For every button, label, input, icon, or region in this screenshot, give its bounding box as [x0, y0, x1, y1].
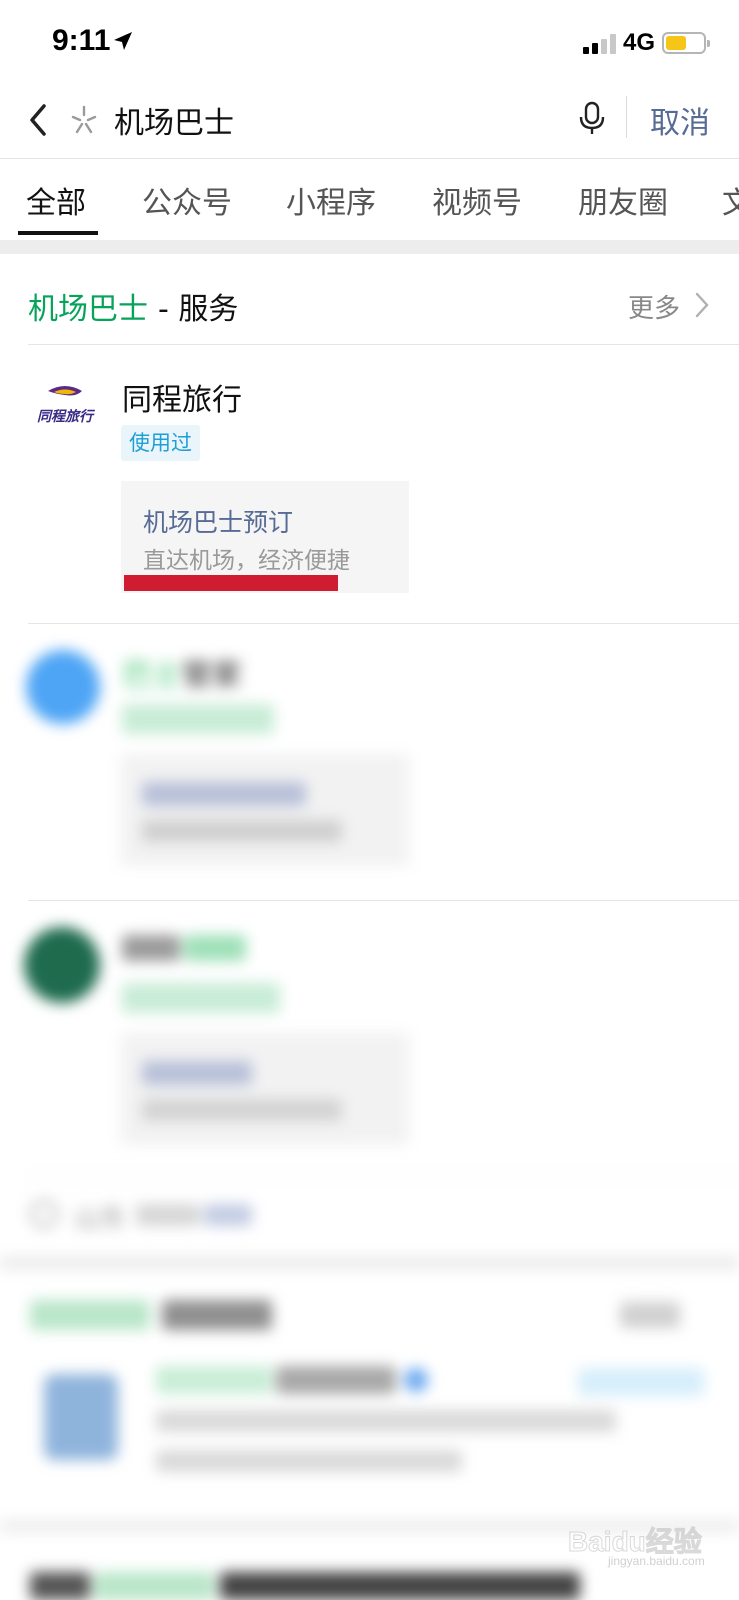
section-keyword — [94, 1572, 214, 1600]
service-card[interactable]: 机场巴士预订 直达机场，经济便捷 — [121, 481, 409, 593]
baidu-watermark: Baidu经验 jingyan.baidu.com — [568, 1512, 738, 1572]
location-row[interactable]: 山东 — [0, 1178, 739, 1254]
battery-icon — [662, 32, 710, 54]
more-link[interactable]: 更多 — [628, 288, 680, 325]
tab-official-accounts[interactable]: 公众号 — [142, 178, 232, 222]
badge — [122, 704, 274, 734]
provider-logo: 同程旅行 — [37, 386, 96, 425]
section-title — [30, 1572, 90, 1600]
chevron-left-icon[interactable] — [24, 100, 54, 140]
svg-text:同程旅行: 同程旅行 — [37, 408, 96, 425]
highlight-underline — [124, 575, 338, 591]
card-title — [142, 1061, 252, 1085]
used-badge: 使用过 — [121, 425, 200, 461]
provider-name — [122, 935, 180, 961]
follow-button — [578, 1368, 704, 1396]
card-title — [142, 782, 306, 806]
section-keyword: 机场巴士 — [28, 292, 148, 327]
service-section-header[interactable]: 机场巴士 - 服务 更多 — [0, 254, 739, 344]
chevron-right-icon[interactable] — [694, 290, 710, 320]
card-subtitle — [142, 1099, 342, 1121]
verified-icon — [404, 1368, 428, 1392]
tab-moments[interactable]: 朋友圈 — [578, 178, 668, 222]
tab-all[interactable]: 全部 — [26, 178, 86, 222]
search-sparkle-icon — [71, 105, 97, 134]
account-avatar — [44, 1374, 118, 1460]
divider — [0, 158, 739, 159]
active-tab-indicator — [18, 231, 98, 235]
badge — [122, 983, 280, 1013]
more-link — [620, 1302, 680, 1328]
search-bar: 机场巴士 取消 — [0, 88, 739, 158]
cellular-signal-icon — [583, 34, 617, 54]
tab-articles[interactable]: 文 — [722, 178, 739, 222]
section-title — [162, 1300, 272, 1330]
filter-tabs: 全部 公众号 小程序 视频号 朋友圈 文 — [0, 160, 739, 240]
location-pin-icon — [30, 1200, 58, 1228]
status-bar: 9:11 4G — [0, 0, 739, 88]
service-card — [121, 754, 409, 866]
avatar — [26, 650, 100, 724]
service-card-title: 机场巴士预订 — [143, 508, 294, 537]
service-card — [121, 1033, 409, 1145]
service-result[interactable]: 同程旅行 同程旅行 使用过 机场巴士预订 直达机场，经济便捷 — [0, 345, 739, 623]
account-name — [156, 1366, 272, 1394]
tab-mini-programs[interactable]: 小程序 — [286, 178, 376, 222]
service-result-blurred[interactable] — [0, 901, 739, 1177]
provider-name — [184, 935, 246, 961]
account-section-blurred[interactable] — [0, 1270, 739, 1510]
search-divider — [626, 96, 627, 138]
search-input[interactable]: 机场巴士 — [114, 98, 234, 142]
location-detail — [136, 1204, 200, 1226]
account-name — [276, 1366, 396, 1394]
section-title: - 服务 — [158, 292, 239, 327]
divider — [28, 1176, 739, 1177]
location-link — [204, 1204, 252, 1226]
account-company — [156, 1450, 462, 1472]
network-type: 4G — [623, 29, 656, 56]
provider-name: 巴士管家 — [122, 658, 242, 693]
account-description — [156, 1410, 616, 1432]
location-arrow-icon — [114, 32, 132, 50]
card-subtitle — [142, 820, 342, 842]
section-keyword — [30, 1300, 150, 1330]
status-time: 9:11 — [52, 24, 111, 57]
section-title — [220, 1572, 580, 1600]
section-gap — [0, 1256, 739, 1270]
provider-name: 同程旅行 — [122, 383, 242, 418]
cancel-button[interactable]: 取消 — [650, 98, 710, 142]
location-text: 山东 — [74, 1204, 127, 1234]
tab-channels[interactable]: 视频号 — [432, 178, 522, 222]
service-result-blurred[interactable]: 巴士管家 — [0, 624, 739, 900]
microphone-icon[interactable] — [578, 100, 606, 136]
service-card-subtitle: 直达机场，经济便捷 — [143, 548, 350, 574]
avatar — [24, 927, 100, 1003]
watermark-site: jingyan.baidu.com — [608, 1554, 705, 1568]
section-gap — [0, 240, 739, 254]
